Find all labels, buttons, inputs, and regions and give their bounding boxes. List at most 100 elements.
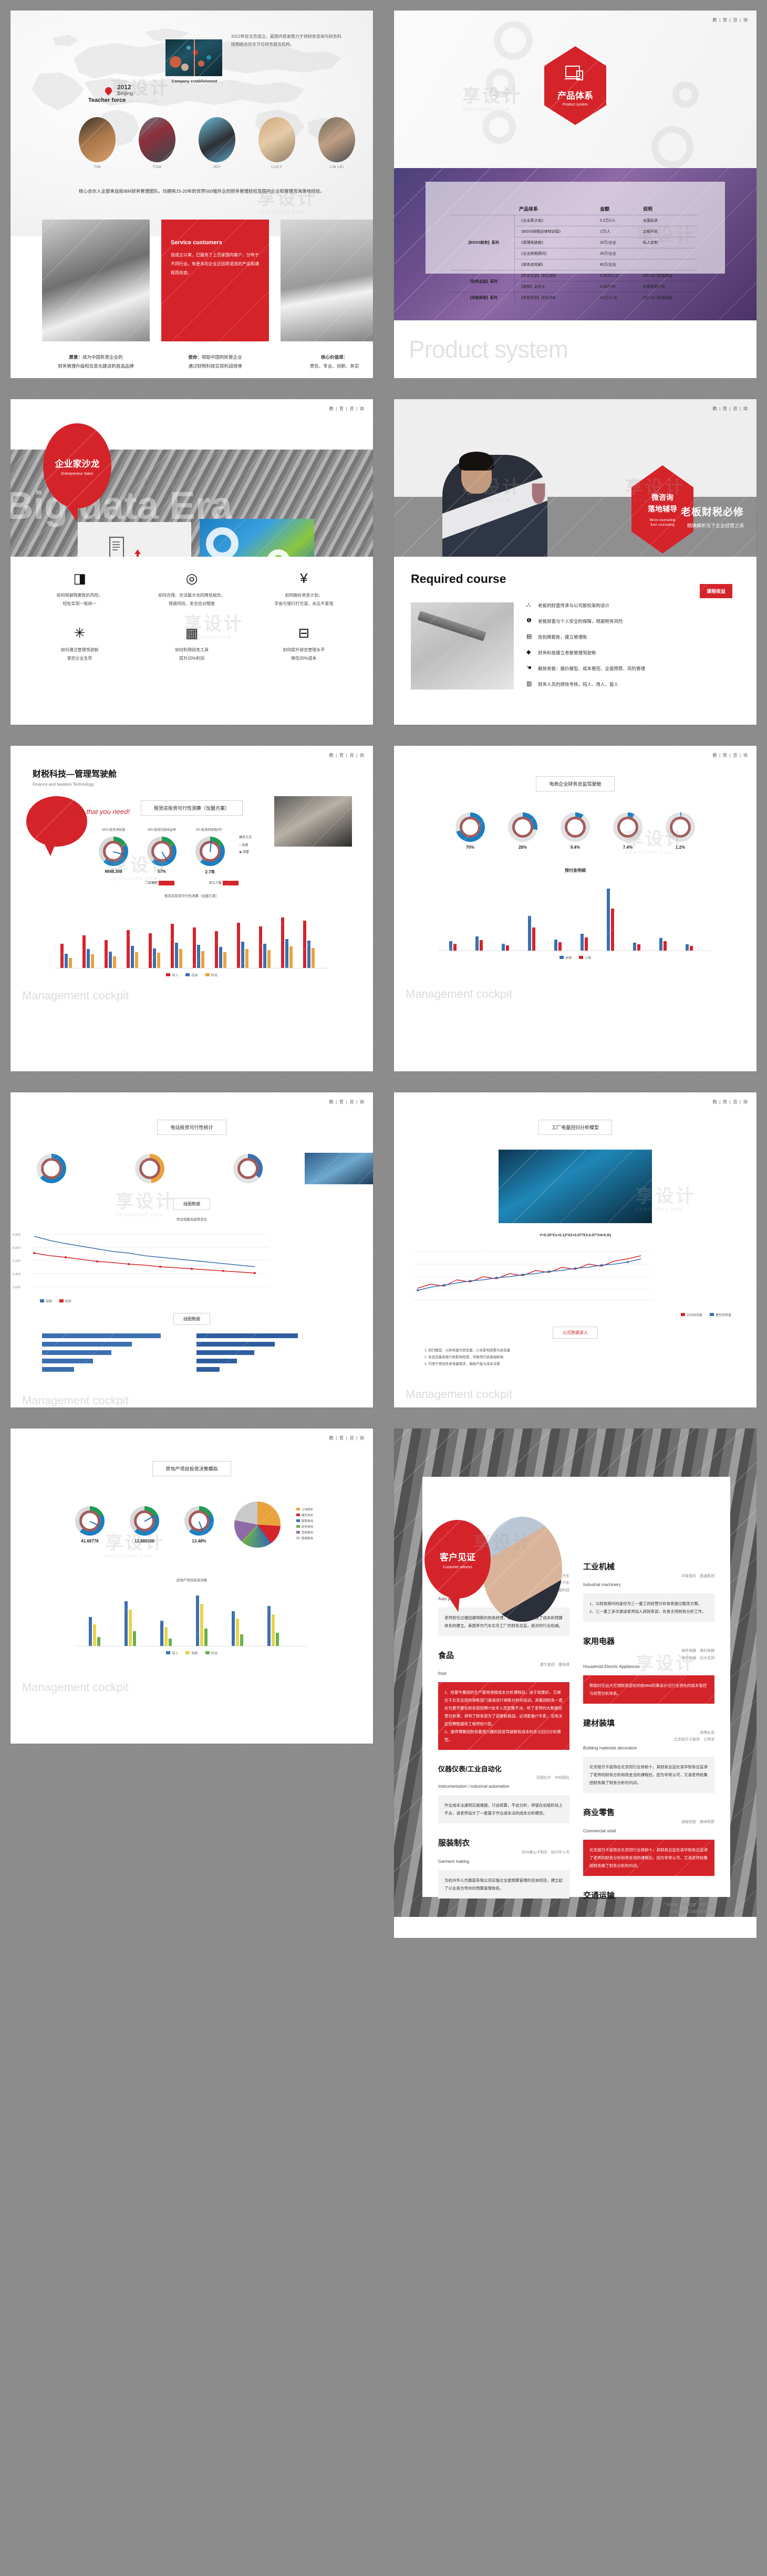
document-icon [109, 537, 124, 557]
section-label[interactable]: 工厂电量回归分析模型 [538, 1120, 612, 1135]
industry-name-en: Building materials decoration [583, 1746, 637, 1751]
industry-food: 食品 蒙牛集团 康师傅 food 1、给蒙牛集团的生产基地讲授成本分析课程后，由… [438, 1650, 569, 1750]
building-photo [304, 1153, 373, 1184]
course-benefit-badge[interactable]: 课程收益 [699, 584, 732, 598]
course-benefit-list: ⛬ 老板的财富传承与公司股权架构设计 ❶ 老板财富与个人安全的保障，规避税务风险 ▤… [526, 602, 740, 697]
vision-label: 愿景： [69, 354, 82, 360]
gauge-pp: PP-投资回收期(年） 2.7年 [195, 829, 225, 874]
benefit-item: ▦ 如何利用财务工具 提升20%利润 [138, 626, 245, 663]
course-item: ❶ 老板财富与个人安全的保障，规避税务风险 [526, 617, 623, 624]
teacher-avatar-list: TIM TOM JOY LUCY LIN LEI [79, 117, 355, 169]
kpi-and-pie: 41.66778 13.888308 13.48% 土地成本 建安成本 配套费用… [11, 1501, 373, 1548]
service-customers-title: Service customers [171, 239, 222, 246]
slide-cockpit-factory[interactable]: 教 | 育 | 咨 | 询 工厂电量回归分析模型 Y=0.20*X1+0.12*… [394, 1092, 756, 1407]
course-item: ⛬ 老板的财富传承与公司股权架构设计 [526, 601, 610, 608]
product-table: 产品体系 金额 说明 【BOSS财务】系列 《企业家沙龙》 0.2万/2人 全国巡讲 … [451, 203, 698, 303]
establish-city: Beijing [117, 91, 133, 97]
slide-customer-witness[interactable]: 汽车汽配 北汽集团 上汽集团 福田汽车 华晨汽车 五菱汽车 华泰汽车 康明斯 李… [394, 1428, 756, 1938]
industry-brands: 海信电器 美的电器 海尔电器 远大空调 [681, 1649, 714, 1660]
coins-icon: ◎ [185, 570, 198, 586]
hbar-panels [11, 1325, 373, 1372]
industry-body: 为杭州华人杰服装有限公司实施过全面预算管理的咨询项目，建立起了以业务为导向的预算… [438, 1870, 569, 1899]
slide-cockpit-ecommerce[interactable]: 教 | 育 | 咨 | 询 电商企业财务总监驾驶舱 70% 28% 9.4% 7… [394, 746, 756, 1071]
gauge-irr: 13.888308 [125, 1506, 164, 1543]
slide-company-profile[interactable]: 2012 Beijing Company establishment 2012年… [11, 11, 373, 378]
line-chart-title: 项目规模及趋势变化 [176, 1218, 208, 1222]
section-label[interactable]: 房地产项目投资决策模拟 [152, 1461, 231, 1476]
invoice-search-icon: ⊟ [298, 625, 310, 641]
avatar: LUCY [258, 117, 295, 169]
gauge-npv: 41.66778 [70, 1506, 109, 1543]
slide-boss-required-course[interactable]: 教 | 育 | 咨 | 询 微咨询 落地辅导 Micro counseling … [394, 399, 756, 725]
slide-cockpit-finance-tech[interactable]: 教 | 育 | 咨 | 询 财税科技—管理驾驶舱 Finance and tax… [11, 746, 373, 1071]
svg-text:4,400: 4,400 [13, 1273, 21, 1276]
industry-garment: 服装制衣 苏州美山子制衣 杭州华人杰 Garment making 为杭州华人杰… [438, 1837, 569, 1899]
product-table-band: 产品体系 金额 说明 【BOSS财务】系列 《企业家沙龙》 0.2万/2人 全国巡讲 … [394, 168, 756, 320]
slide-product-system[interactable]: 教 | 育 | 咨 | 询 产品体系 Product system 产品体系 金… [394, 11, 756, 378]
salon-panel-left: 大数据时代财务核心与企业转型升级 [78, 522, 191, 557]
industry-retail: 商业零售 通程控股 绝味鸭脖 Commercial retail 北京丽贝卡装饰… [583, 1807, 714, 1876]
teacher-force-heading: Teacher force [88, 97, 126, 103]
industry-column-right: 工业机械 中联重科 蕴通集团 Industrial machinery 1、以财… [583, 1561, 714, 1917]
factory-photo [499, 1150, 652, 1223]
group-boss: 【BOSS财务】系列 [451, 215, 515, 270]
section-label[interactable]: 电站投资可行性统计 [157, 1120, 226, 1135]
gauge-roi: 13.48% [180, 1506, 219, 1543]
industry-name-en: Garment making [438, 1859, 470, 1864]
mission-text2: 通过财税科技实现利润培增 [188, 363, 242, 369]
ring-1 [37, 1154, 67, 1183]
slide-preview-grid: 2012 Beijing Company establishment 2012年… [0, 0, 767, 1948]
helm-icon: ✳ [74, 625, 86, 641]
boss-subtitle: 精确解析当下企业经营之道 [687, 523, 744, 528]
hand-icon: ☚ [526, 664, 532, 671]
sub-header-1: 线图数据 [11, 1198, 373, 1210]
line-chart: 6,800 6,000 5,200 4,400 3,600 [13, 1234, 268, 1289]
cockpit-footer: Management cockpit [394, 976, 756, 1015]
store-area-field[interactable]: 门店面积 [145, 880, 174, 885]
sub-section-label: 预付金明细 [565, 868, 586, 873]
regression-chart [413, 1251, 651, 1300]
th-product: 产品体系 [519, 206, 538, 212]
industry-name: 仪器仪表/工业自动化 [438, 1765, 502, 1774]
section-header: 工厂电量回归分析模型 [394, 1092, 756, 1135]
line-legend: 规模 趋势 [40, 1299, 373, 1303]
industry-name: 家用电器 [583, 1637, 615, 1646]
hex-subtitle: Product system [562, 102, 588, 107]
cockpit-watermark: Management cockpit [22, 1681, 129, 1694]
slide-entrepreneur-salon[interactable]: 教 | 育 | 咨 | 询 Big data Era 企业家沙龙 Entrepr… [11, 399, 373, 725]
section-label[interactable]: 电商企业财务总监驾驶舱 [536, 776, 615, 791]
company-intro: 2012年在北京成立，是国内首家致力于将财务咨询与财务科技相结合的全方位财务服务… [231, 34, 341, 47]
cockpit-header: 财税科技—管理驾驶舱 Finance and taxation Technolo… [11, 746, 373, 787]
slide1-top: 2012 Beijing Company establishment 2012年… [11, 11, 373, 236]
table-row: 【BOSS财务】系列 《企业家沙龙》 0.2万/2人 全国巡讲 [451, 215, 698, 270]
salon-cover: 教 | 育 | 咨 | 询 Big data Era 企业家沙龙 Entrepr… [11, 399, 373, 557]
partners-note: 核心合伙人全部来自前IBM财务管理团队，均拥有15-20年的世界500强外企的财… [79, 189, 325, 194]
industry-brands: 蒙牛集团 康师傅 [540, 1663, 569, 1667]
staff-count-field[interactable]: 员工人数 [209, 880, 239, 885]
cockpit-footer: Management cockpit [394, 1376, 756, 1407]
industry-instrumentation: 仪器仪表/工业自动化 高德红外 中材国际 Instrumentation / i… [438, 1764, 569, 1824]
ledger-icon: ▤ [526, 633, 532, 640]
salon-benefit-grid: ◨ 如何规避两套账的风险， 轻松实现一账统一 ◎ 如何合理、合法最大化的降低税负、 规避… [11, 557, 373, 679]
industry-brands: 通程控股 绝味鸭脖 [681, 1820, 714, 1824]
values-card: 核心价值观： 责任、专业、创新、务实 [281, 220, 373, 371]
realestate-legend: 投入 回款 利润 [11, 1651, 373, 1655]
product-hexagon: 产品体系 Product system [544, 46, 606, 125]
up-arrow-icon [134, 549, 141, 557]
section-label[interactable]: 租赁店投资可行性测算（加盟方案） [140, 800, 243, 816]
industry-body: 帮助时任远大空调财务部长的前IBM同事设计过行业领先的成本管控与经营分析体系。 [583, 1675, 714, 1704]
slide-cell-3: 教 | 育 | 咨 | 询 Big data Era 企业家沙龙 Entrepr… [0, 389, 384, 735]
hbar-right [196, 1333, 341, 1372]
corner-tag: 教 | 育 | 咨 | 询 [329, 406, 365, 411]
slide-cell-5: 教 | 育 | 咨 | 询 财税科技—管理驾驶舱 Finance and tax… [0, 735, 384, 1082]
hex-line2: 落地辅导 [648, 505, 677, 513]
vision-mission-values: 愿景：成为中国民营企业的 财务管理升级和信息化建设的首选品牌 Service cu… [42, 220, 373, 371]
pie-legend: 土地成本 建安成本 配套费用 财务费用 营销费用 管理费用 [296, 1507, 313, 1542]
cockpit-watermark: Management cockpit [22, 1394, 129, 1407]
slide-cockpit-realestate[interactable]: 教 | 育 | 咨 | 询 房地产项目投资决策模拟 41.66778 13.88… [11, 1428, 373, 1744]
input-fields-row: 门店面积 员工人数 [11, 880, 373, 885]
regression-formula: Y=0.20*X1+0.12*X2+0.07*X3-0.07*X4+0.81 [539, 1234, 611, 1237]
ring-2 [134, 1154, 164, 1183]
slide-cockpit-feasibility[interactable]: 教 | 育 | 咨 | 询 电站投资可行性统计 线图数据 项目规模及趋势变化 6… [11, 1092, 373, 1407]
svg-text:6,800: 6,800 [13, 1234, 21, 1237]
